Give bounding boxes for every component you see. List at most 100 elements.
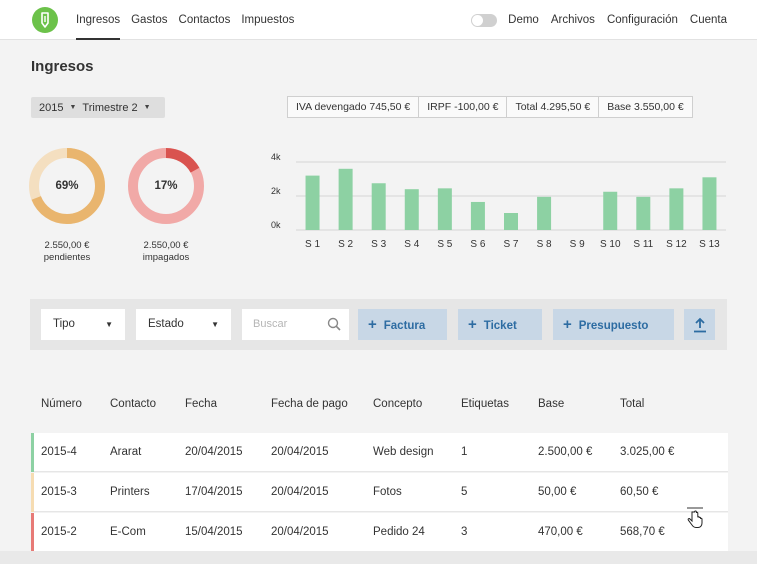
tipo-label: Tipo: [53, 318, 75, 330]
bar: [603, 191, 618, 230]
bar: [537, 196, 552, 230]
unpaid-donut: 17%: [126, 146, 206, 226]
cell-concepto: Web design: [373, 446, 434, 458]
col-numero[interactable]: Número: [41, 398, 82, 410]
search-icon: [327, 317, 341, 331]
totals-summary: IVA devengado 745,50 € IRPF -100,00 € To…: [287, 96, 693, 118]
cell-total: 60,50 €: [620, 486, 659, 498]
upload-button[interactable]: [684, 309, 715, 340]
plus-icon: +: [468, 316, 477, 333]
cell-numero: 2015-4: [41, 446, 77, 458]
quarter-label: Trimestre 2: [82, 101, 138, 114]
x-tick-label: S 5: [437, 239, 452, 250]
cell-base: 2.500,00 €: [538, 446, 593, 458]
x-tick-label: S 10: [600, 239, 621, 250]
bar: [371, 183, 386, 230]
cell-concepto: Pedido 24: [373, 526, 425, 538]
bottom-strip: [0, 551, 757, 564]
chevron-down-icon: ▼: [69, 104, 77, 111]
irpf-total: IRPF -100,00 €: [418, 96, 508, 118]
cell-contacto: Printers: [110, 486, 150, 498]
new-presupuesto-button[interactable]: + Presupuesto: [553, 309, 674, 340]
col-total[interactable]: Total: [620, 398, 644, 410]
cell-fecha-pago: 20/04/2015: [271, 486, 329, 498]
search-input[interactable]: Buscar: [242, 309, 349, 340]
x-tick-label: S 7: [503, 239, 518, 250]
right-nav: Demo Archivos Configuración Cuenta: [471, 0, 727, 40]
col-fecha-pago[interactable]: Fecha de pago: [271, 398, 348, 410]
cell-contacto: E-Com: [110, 526, 146, 538]
cell-fecha: 15/04/2015: [185, 526, 243, 538]
hand-cursor-icon: [687, 507, 703, 528]
x-tick-label: S 2: [338, 239, 353, 250]
demo-link[interactable]: Demo: [508, 14, 539, 26]
x-tick-label: S 1: [305, 239, 320, 250]
table-row[interactable]: 2015-2 E-Com 15/04/2015 20/04/2015 Pedid…: [31, 513, 728, 552]
year-label: 2015: [39, 101, 64, 114]
cell-total: 3.025,00 €: [620, 446, 675, 458]
period-selector[interactable]: 2015 ▼ Trimestre 2 ▼: [31, 97, 165, 118]
cell-concepto: Fotos: [373, 486, 402, 498]
bar: [504, 213, 518, 230]
bar: [470, 201, 485, 230]
row-status-stripe: [31, 513, 34, 552]
cell-fecha: 17/04/2015: [185, 486, 243, 498]
unpaid-caption: 2.550,00 € impagados: [116, 240, 216, 264]
tipo-select[interactable]: Tipo ▼: [41, 309, 125, 340]
factura-label: Factura: [383, 320, 426, 332]
nav-tab-gastos[interactable]: Gastos: [131, 0, 167, 40]
x-tick-label: S 8: [537, 239, 552, 250]
top-bar: Ingresos Gastos Contactos Impuestos Demo…: [0, 0, 757, 40]
col-contacto[interactable]: Contacto: [110, 398, 156, 410]
cuenta-link[interactable]: Cuenta: [690, 14, 727, 26]
app-logo-icon[interactable]: [32, 7, 58, 33]
search-placeholder: Buscar: [253, 318, 288, 330]
bar: [305, 175, 320, 230]
cell-fecha-pago: 20/04/2015: [271, 526, 329, 538]
nav-tab-impuestos[interactable]: Impuestos: [241, 0, 294, 40]
filter-bar: Tipo ▼ Estado ▼ Buscar + Factura + Ticket …: [30, 299, 727, 350]
bar: [404, 189, 419, 230]
estado-select[interactable]: Estado ▼: [136, 309, 231, 340]
col-base[interactable]: Base: [538, 398, 564, 410]
configuracion-link[interactable]: Configuración: [607, 14, 678, 26]
iva-total: IVA devengado 745,50 €: [287, 96, 420, 118]
x-tick-label: S 4: [404, 239, 419, 250]
x-tick-label: S 9: [570, 239, 585, 250]
ticket-label: Ticket: [483, 320, 517, 332]
col-fecha[interactable]: Fecha: [185, 398, 217, 410]
cell-total: 568,70 €: [620, 526, 665, 538]
table-row[interactable]: 2015-4 Ararat 20/04/2015 20/04/2015 Web …: [31, 433, 728, 472]
row-status-stripe: [31, 433, 34, 472]
donut-percent: 69%: [55, 180, 79, 192]
pending-caption: 2.550,00 € pendientes: [17, 240, 117, 264]
archivos-link[interactable]: Archivos: [551, 14, 595, 26]
x-tick-label: S 3: [371, 239, 386, 250]
new-ticket-button[interactable]: + Ticket: [458, 309, 542, 340]
cell-numero: 2015-2: [41, 526, 77, 538]
bar: [702, 177, 717, 230]
plus-icon: +: [368, 316, 377, 333]
nav-tab-contactos[interactable]: Contactos: [179, 0, 231, 40]
x-tick-label: S 13: [699, 239, 720, 250]
cell-base: 470,00 €: [538, 526, 583, 538]
x-tick-label: S 12: [666, 239, 687, 250]
demo-toggle[interactable]: [471, 13, 498, 27]
y-tick-label: 4k: [271, 152, 281, 162]
bar: [437, 188, 452, 230]
col-etiquetas[interactable]: Etiquetas: [461, 398, 509, 410]
donut-percent: 17%: [154, 180, 178, 192]
nav-tab-ingresos[interactable]: Ingresos: [76, 0, 121, 40]
table-row[interactable]: 2015-3 Printers 17/04/2015 20/04/2015 Fo…: [31, 473, 728, 512]
y-tick-label: 0k: [271, 220, 281, 230]
plus-icon: +: [563, 316, 572, 333]
bar: [338, 168, 353, 230]
cell-etiquetas: 5: [461, 486, 468, 498]
new-factura-button[interactable]: + Factura: [358, 309, 447, 340]
chevron-down-icon: ▼: [211, 320, 219, 329]
unpaid-label: impagados: [142, 252, 190, 263]
table-header: Número Contacto Fecha Fecha de pago Conc…: [31, 398, 728, 418]
page-title: Ingresos: [31, 58, 94, 75]
bar: [636, 196, 651, 230]
col-concepto[interactable]: Concepto: [373, 398, 422, 410]
